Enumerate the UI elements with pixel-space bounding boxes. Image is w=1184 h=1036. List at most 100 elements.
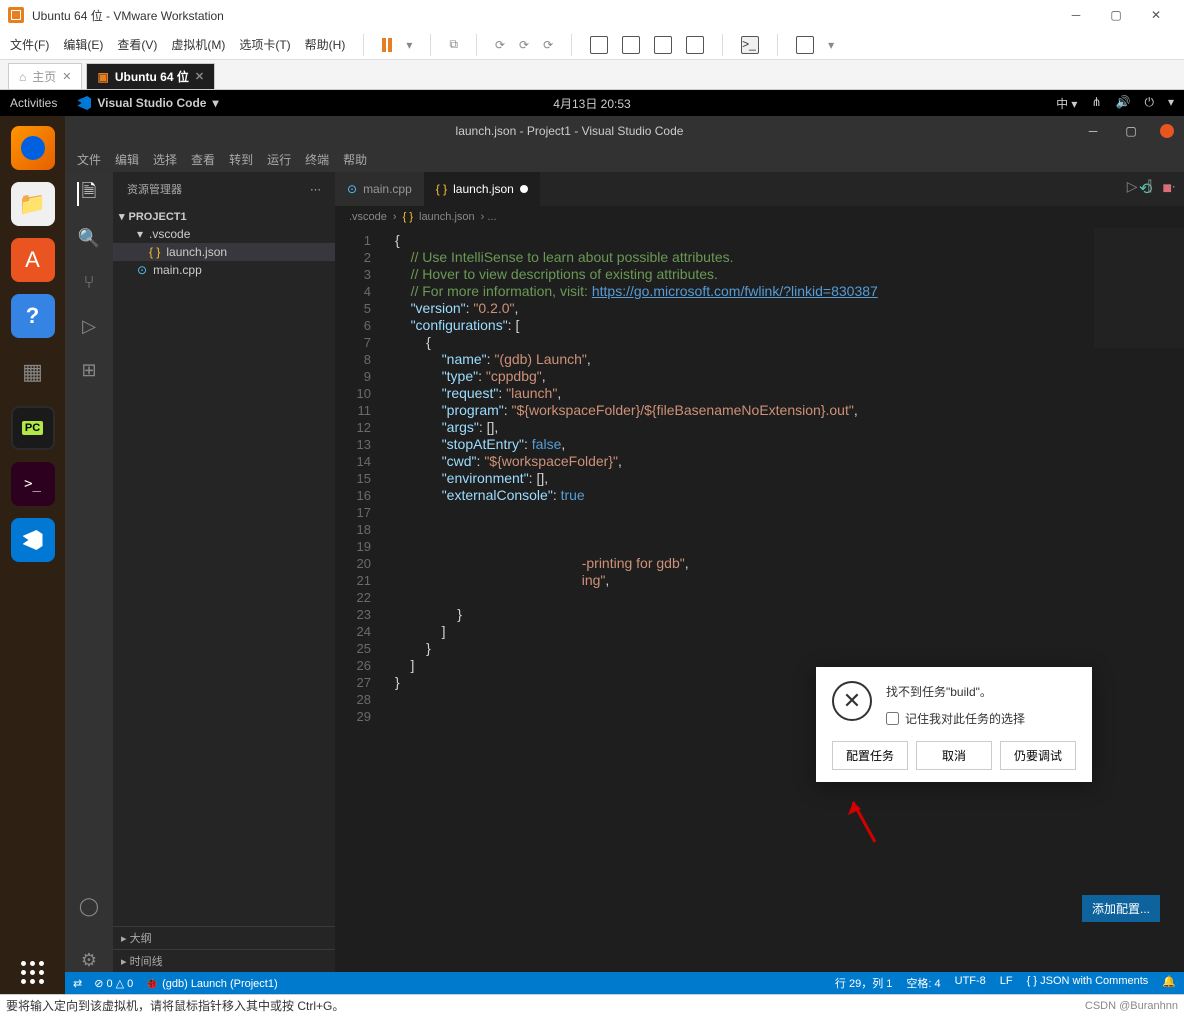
timeline-section[interactable]: ▸ 时间线 xyxy=(113,949,335,972)
active-app[interactable]: Visual Studio Code ▾ xyxy=(77,96,218,110)
minimap[interactable] xyxy=(1094,228,1184,348)
pause-icon[interactable] xyxy=(382,38,392,52)
clock[interactable]: 4月13日 20:53 xyxy=(553,95,630,112)
tool-icon[interactable]: ⟳ xyxy=(519,38,529,52)
menu-tabs[interactable]: 选项卡(T) xyxy=(239,36,290,53)
tab-home[interactable]: ⌂ 主页 ✕ xyxy=(8,63,82,89)
remote-icon[interactable]: ⇄ xyxy=(73,977,82,990)
menu-file[interactable]: 文件(F) xyxy=(10,36,49,53)
menu-vm[interactable]: 虚拟机(M) xyxy=(171,36,225,53)
source-control-icon[interactable]: ⑂ xyxy=(77,270,101,294)
maximize-button[interactable]: ▢ xyxy=(1112,116,1150,146)
close-icon[interactable]: ✕ xyxy=(195,70,204,83)
breadcrumb-folder[interactable]: .vscode xyxy=(349,211,387,223)
minimize-button[interactable]: ─ xyxy=(1074,116,1112,146)
close-button[interactable]: ✕ xyxy=(1136,0,1176,30)
tab-launch-json[interactable]: { }launch.json xyxy=(424,172,540,206)
explorer-icon[interactable]: 🗎 xyxy=(77,182,101,206)
task-not-found-dialog: ✕ 找不到任务"build"。 记住我对此任务的选择 配置任务 取消 仍要调试 xyxy=(816,667,1092,782)
debug-anyway-button[interactable]: 仍要调试 xyxy=(1000,741,1076,770)
folder-vscode[interactable]: ▾ .vscode xyxy=(113,225,335,243)
dock-pycharm-icon[interactable]: PC xyxy=(11,406,55,450)
status-language[interactable]: { } JSON with Comments xyxy=(1027,975,1149,991)
status-eol[interactable]: LF xyxy=(1000,975,1013,991)
split-icon[interactable]: ⫿ xyxy=(1148,178,1152,195)
menu-help[interactable]: 帮助 xyxy=(343,151,367,168)
dock-grid-icon[interactable]: ▦ xyxy=(11,350,55,394)
chevron-down-icon[interactable]: ▾ xyxy=(1168,95,1174,112)
tab-main-cpp[interactable]: ⊙main.cpp xyxy=(335,172,424,206)
more-icon[interactable]: ⋯ xyxy=(1162,178,1176,195)
dock-apps-icon[interactable] xyxy=(21,961,44,984)
watermark: CSDN @Buranhnn xyxy=(1085,1000,1178,1012)
menu-edit[interactable]: 编辑(E) xyxy=(63,36,103,53)
status-debug[interactable]: 🐞 (gdb) Launch (Project1) xyxy=(145,977,277,990)
layout-icon[interactable] xyxy=(654,36,672,54)
extensions-icon[interactable]: ⊞ xyxy=(77,358,101,382)
status-encoding[interactable]: UTF-8 xyxy=(955,975,986,991)
vmware-icon xyxy=(8,7,24,23)
tool-icon[interactable]: ⟳ xyxy=(543,38,553,52)
minimize-button[interactable]: ─ xyxy=(1056,0,1096,30)
window-title: Ubuntu 64 位 - VMware Workstation xyxy=(32,7,224,24)
tool-icon[interactable]: ⟳ xyxy=(495,38,505,52)
dock-software-icon[interactable]: A xyxy=(11,238,55,282)
settings-icon[interactable]: ⚙ xyxy=(77,948,101,972)
menu-go[interactable]: 转到 xyxy=(229,151,253,168)
close-button[interactable] xyxy=(1160,124,1174,138)
search-icon[interactable]: 🔍 xyxy=(77,226,101,250)
status-errors[interactable]: ⊘ 0 △ 0 xyxy=(94,977,133,990)
menu-view[interactable]: 查看(V) xyxy=(117,36,157,53)
dock-help-icon[interactable]: ? xyxy=(11,294,55,338)
activities-button[interactable]: Activities xyxy=(10,96,57,110)
error-icon: ✕ xyxy=(832,681,872,721)
run-icon[interactable]: ▷ xyxy=(1127,178,1138,195)
debug-icon[interactable]: ▷ xyxy=(77,314,101,338)
dock-files-icon[interactable]: 📁 xyxy=(11,182,55,226)
vscode-title: launch.json - Project1 - Visual Studio C… xyxy=(65,124,1074,138)
menu-help[interactable]: 帮助(H) xyxy=(305,36,346,53)
menu-select[interactable]: 选择 xyxy=(153,151,177,168)
outline-section[interactable]: ▸ 大纲 xyxy=(113,926,335,949)
tab-ubuntu[interactable]: ▣ Ubuntu 64 位 ✕ xyxy=(86,63,215,89)
add-config-button[interactable]: 添加配置... xyxy=(1082,895,1160,922)
bell-icon[interactable]: 🔔 xyxy=(1162,975,1176,991)
network-icon[interactable]: ⋔ xyxy=(1091,95,1101,112)
annotation-arrow-icon xyxy=(845,797,875,837)
layout-icon[interactable] xyxy=(590,36,608,54)
file-main-cpp[interactable]: ⊙ main.cpp xyxy=(113,261,335,279)
account-icon[interactable]: ◯ xyxy=(77,894,101,918)
remember-checkbox[interactable]: 记住我对此任务的选择 xyxy=(886,710,1076,727)
more-icon[interactable]: ⋯ xyxy=(310,183,321,196)
console-icon[interactable]: >_ xyxy=(741,36,759,54)
status-position[interactable]: 行 29，列 1 xyxy=(835,975,892,991)
volume-icon[interactable]: 🔊 xyxy=(1116,95,1131,112)
file-launch-json[interactable]: { } launch.json xyxy=(113,243,335,261)
menu-edit[interactable]: 编辑 xyxy=(115,151,139,168)
close-icon[interactable]: ✕ xyxy=(62,70,71,83)
dock-firefox-icon[interactable] xyxy=(11,126,55,170)
layout-icon[interactable] xyxy=(686,36,704,54)
layout-icon[interactable] xyxy=(622,36,640,54)
dropdown-icon[interactable]: ▾ xyxy=(406,38,412,52)
project-header[interactable]: ▾ PROJECT1 xyxy=(113,208,335,225)
maximize-button[interactable]: ▢ xyxy=(1096,0,1136,30)
snapshot-icon[interactable]: ⧉ xyxy=(449,37,458,52)
dock-terminal-icon[interactable] xyxy=(11,462,55,506)
menu-view[interactable]: 查看 xyxy=(191,151,215,168)
fullscreen-icon[interactable] xyxy=(796,36,814,54)
menu-run[interactable]: 运行 xyxy=(267,151,291,168)
menu-terminal[interactable]: 终端 xyxy=(305,151,329,168)
input-method[interactable]: 中 ▾ xyxy=(1056,95,1077,112)
dropdown-icon[interactable]: ▾ xyxy=(828,38,834,52)
status-spaces[interactable]: 空格: 4 xyxy=(906,975,940,991)
menu-file[interactable]: 文件 xyxy=(77,151,101,168)
cancel-button[interactable]: 取消 xyxy=(916,741,992,770)
configure-task-button[interactable]: 配置任务 xyxy=(832,741,908,770)
breadcrumb-file[interactable]: launch.json xyxy=(419,211,475,223)
power-icon[interactable]: ⏻ xyxy=(1144,95,1154,112)
dock-vscode-icon[interactable] xyxy=(11,518,55,562)
editor-content[interactable]: { // Use IntelliSense to learn about pos… xyxy=(385,228,1184,972)
explorer-label: 资源管理器 xyxy=(127,181,182,197)
chevron-down-icon: ▾ xyxy=(212,96,218,110)
